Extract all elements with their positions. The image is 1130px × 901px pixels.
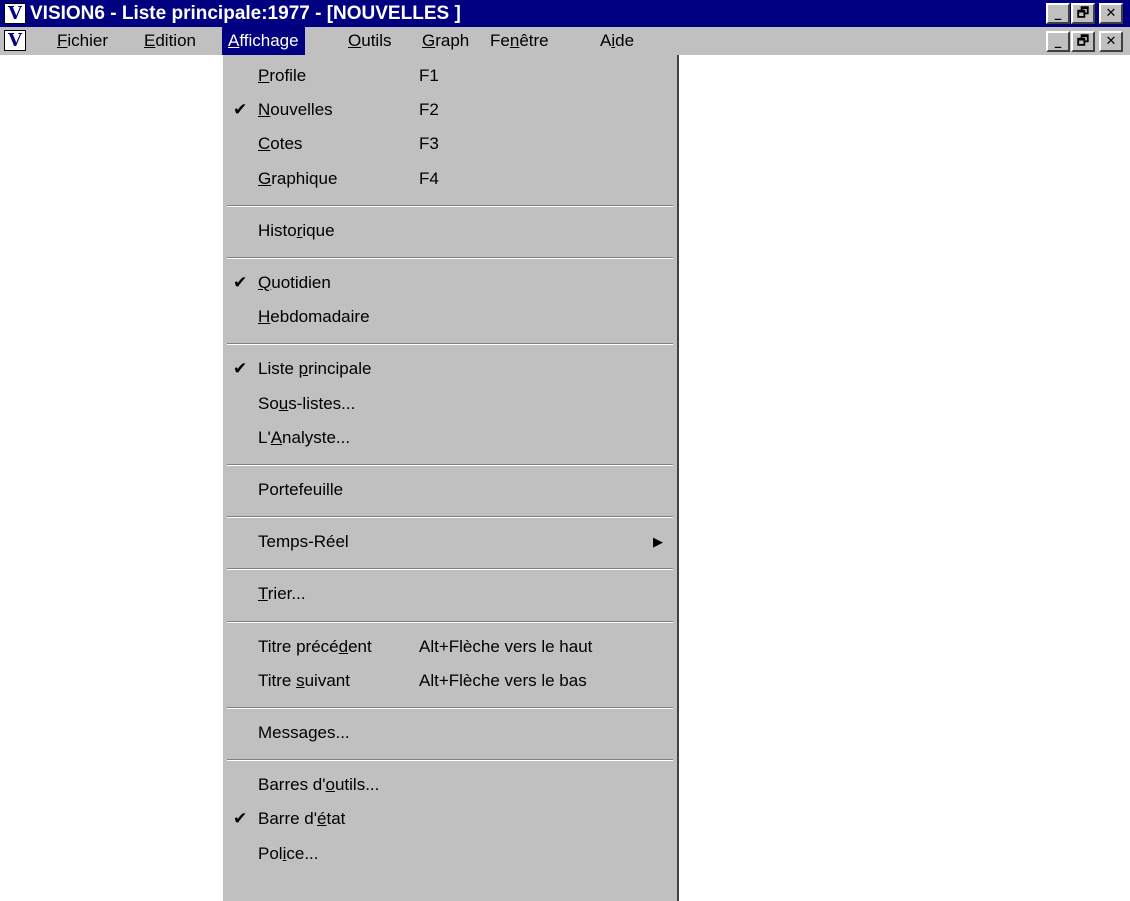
menu-item-label: Sous-listes... bbox=[258, 393, 356, 413]
menu-item-label: Messages... bbox=[258, 723, 350, 742]
menu-item-label: Profile bbox=[258, 66, 307, 85]
menu-item-label: Police... bbox=[258, 843, 319, 863]
menu-item-temps-reel[interactable]: Temps-Réel ▶ bbox=[223, 526, 677, 558]
window-title: VISION6 - Liste principale:1977 - [NOUVE… bbox=[30, 3, 461, 24]
menu-item-label: Historique bbox=[258, 220, 335, 240]
checkmark-icon: ✔ bbox=[233, 100, 248, 120]
document-close-button[interactable]: ✕ bbox=[1099, 31, 1123, 52]
menu-item-label: Barres d'outils... bbox=[258, 775, 380, 795]
menu-item-barre-d-etat[interactable]: ✔ Barre d'état bbox=[223, 803, 677, 835]
menu-item-quotidien[interactable]: ✔ Quotidien bbox=[223, 267, 677, 299]
menu-item-police[interactable]: Police... bbox=[223, 838, 677, 870]
app-logo-icon[interactable]: V bbox=[4, 3, 26, 24]
menu-item-label: Barre d'état bbox=[258, 809, 346, 829]
menu-separator bbox=[227, 343, 673, 346]
document-system-menu-icon[interactable]: V bbox=[4, 30, 26, 51]
menu-item-label: Titre suivant bbox=[258, 670, 350, 690]
menu-separator bbox=[227, 707, 673, 709]
title-bar[interactable]: V VISION6 - Liste principale:1977 - [NOU… bbox=[0, 0, 1130, 27]
shortcut-label: F4 bbox=[419, 168, 439, 188]
menu-fenetre[interactable]: Fenêtre bbox=[484, 27, 555, 55]
menu-item-profile[interactable]: Profile F1 bbox=[223, 60, 677, 92]
menu-item-cotes[interactable]: Cotes F3 bbox=[223, 128, 677, 160]
menu-item-trier[interactable]: Trier... bbox=[223, 578, 677, 610]
menu-item-barres-d-outils[interactable]: Barres d'outils... bbox=[223, 769, 677, 801]
menu-separator bbox=[227, 568, 673, 571]
checkmark-icon: ✔ bbox=[233, 273, 248, 292]
menu-item-label: Temps-Réel bbox=[258, 532, 349, 552]
menu-separator bbox=[227, 464, 673, 466]
menu-item-label: Titre précédent bbox=[258, 636, 372, 656]
menu-item-label: L'Analyste... bbox=[258, 427, 351, 447]
menu-item-label: Cotes bbox=[258, 134, 303, 154]
menu-item-label: Portefeuille bbox=[258, 480, 344, 499]
menu-item-hebdomadaire[interactable]: Hebdomadaire bbox=[223, 301, 677, 333]
menu-item-sous-listes[interactable]: Sous-listes... bbox=[223, 388, 677, 420]
menu-item-liste-principale[interactable]: ✔ Liste principale bbox=[223, 353, 677, 385]
document-restore-button[interactable]: 🗗 bbox=[1071, 31, 1095, 52]
close-button[interactable]: ✕ bbox=[1099, 3, 1123, 24]
submenu-arrow-icon: ▶ bbox=[653, 534, 663, 550]
menu-item-titre-precedent[interactable]: Titre précédent Alt+Flèche vers le haut bbox=[223, 631, 677, 663]
menu-item-label: Trier... bbox=[258, 584, 306, 604]
shortcut-label: F2 bbox=[419, 100, 439, 120]
menu-item-label: Graphique bbox=[258, 168, 338, 188]
checkmark-icon: ✔ bbox=[233, 359, 248, 379]
minimize-button[interactable]: _ bbox=[1046, 3, 1070, 24]
affichage-dropdown-menu: Profile F1 ✔ Nouvelles F2 Cotes F3 Graphique F4 H… bbox=[221, 55, 679, 901]
menu-bar: V Fichier Edition Affichage Outils Graph Fenê… bbox=[0, 27, 1130, 55]
menu-outils[interactable]: Outils bbox=[342, 27, 397, 55]
checkmark-icon: ✔ bbox=[233, 809, 248, 829]
shortcut-label: Alt+Flèche vers le haut bbox=[419, 636, 593, 656]
shortcut-label: F1 bbox=[419, 66, 439, 85]
menu-fichier[interactable]: Fichier bbox=[51, 27, 114, 55]
shortcut-label: Alt+Flèche vers le bas bbox=[419, 670, 587, 690]
menu-item-messages[interactable]: Messages... bbox=[223, 717, 677, 749]
menu-separator bbox=[227, 204, 673, 207]
restore-button[interactable]: 🗗 bbox=[1071, 3, 1095, 24]
menu-separator bbox=[227, 257, 673, 259]
menu-separator bbox=[227, 620, 673, 623]
shortcut-label: F3 bbox=[419, 134, 439, 154]
document-minimize-button[interactable]: _ bbox=[1046, 31, 1070, 52]
menu-affichage[interactable]: Affichage bbox=[222, 27, 305, 55]
menu-item-graphique[interactable]: Graphique F4 bbox=[223, 163, 677, 195]
menu-item-portefeuille[interactable]: Portefeuille bbox=[223, 474, 677, 506]
menu-separator bbox=[227, 759, 673, 762]
menu-item-historique[interactable]: Historique bbox=[223, 215, 677, 247]
menu-item-l-analyste[interactable]: L'Analyste... bbox=[223, 422, 677, 454]
menu-graph[interactable]: Graph bbox=[416, 27, 475, 55]
menu-edition[interactable]: Edition bbox=[138, 27, 202, 55]
menu-item-label: Nouvelles bbox=[258, 100, 333, 120]
menu-separator bbox=[227, 516, 673, 519]
menu-item-label: Hebdomadaire bbox=[258, 307, 370, 327]
menu-item-titre-suivant[interactable]: Titre suivant Alt+Flèche vers le bas bbox=[223, 665, 677, 697]
menu-item-label: Quotidien bbox=[258, 273, 331, 292]
menu-aide[interactable]: Aide bbox=[594, 27, 640, 55]
menu-item-nouvelles[interactable]: ✔ Nouvelles F2 bbox=[223, 94, 677, 126]
menu-item-label: Liste principale bbox=[258, 359, 372, 379]
